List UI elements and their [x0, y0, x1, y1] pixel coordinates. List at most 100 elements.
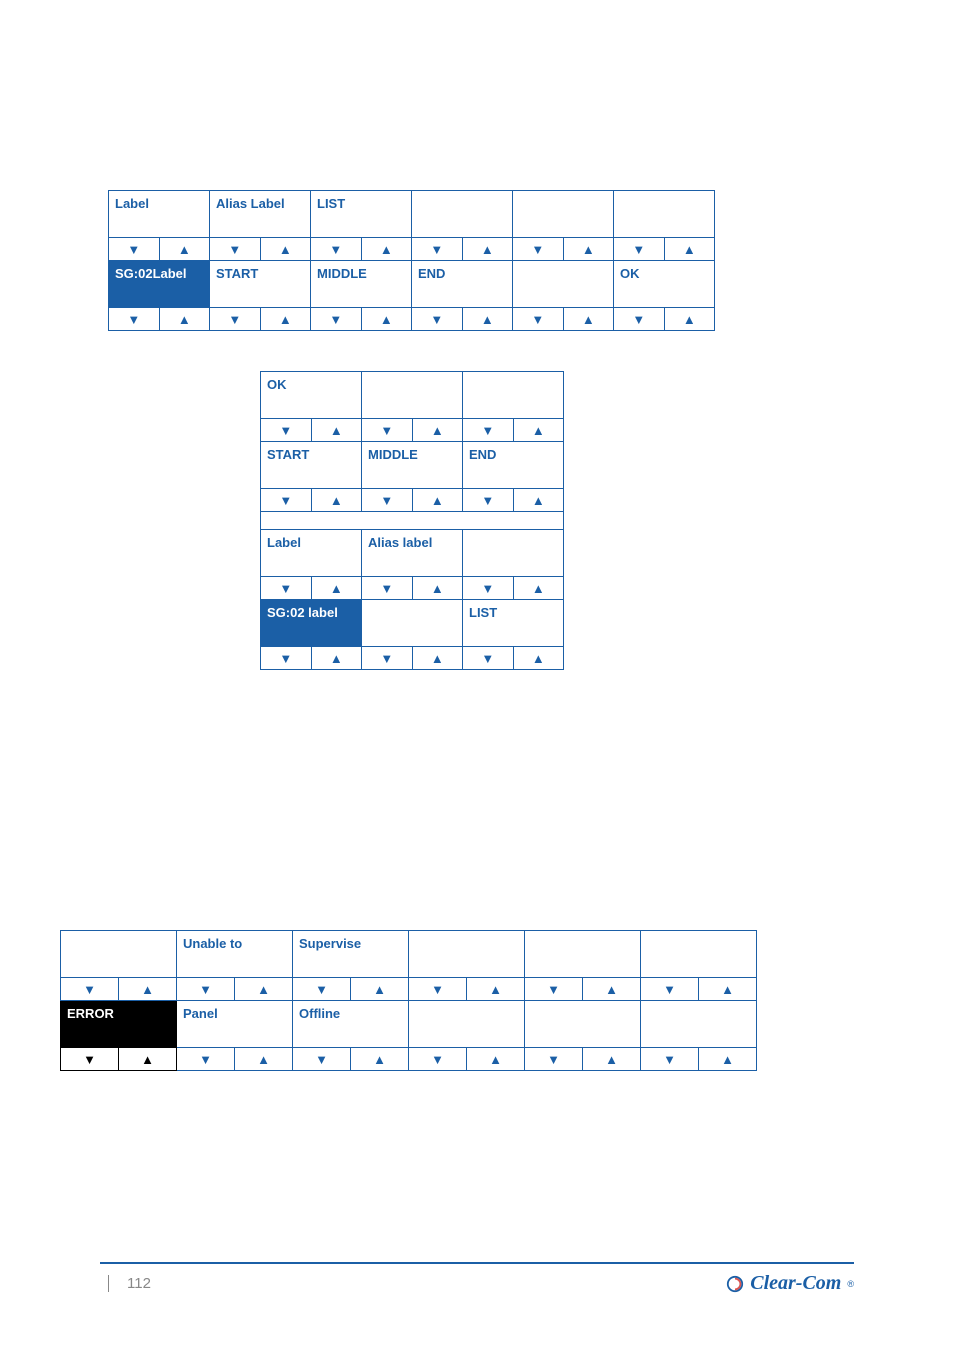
t3-r1-c1 [61, 931, 176, 977]
down-arrow-icon: ▼ [362, 419, 412, 441]
down-arrow-icon: ▼ [614, 308, 664, 330]
page-footer: 112 Clear-Com ® [100, 1262, 854, 1295]
up-arrow-icon: ▲ [311, 647, 362, 669]
page-number: 112 [108, 1275, 151, 1292]
up-arrow-icon: ▲ [361, 308, 412, 330]
t3-r1-c4 [409, 931, 524, 977]
down-arrow-icon: ▼ [641, 1048, 698, 1070]
up-arrow-icon: ▲ [260, 308, 311, 330]
t2-r3-c3 [463, 530, 563, 576]
down-arrow-icon: ▼ [409, 1048, 466, 1070]
down-arrow-icon: ▼ [362, 647, 412, 669]
t2-r4-c3: LIST [463, 600, 563, 646]
t2-r2-c1: START [261, 442, 361, 488]
up-arrow-icon: ▲ [664, 238, 715, 260]
t3-r1-c6 [641, 931, 756, 977]
t3-r2-c2: Panel [177, 1001, 292, 1047]
brand-logo: Clear-Com ® [726, 1272, 854, 1295]
up-arrow-icon: ▲ [361, 238, 412, 260]
up-arrow-icon: ▲ [664, 308, 715, 330]
up-arrow-icon: ▲ [118, 978, 176, 1000]
display-table-1: Label Alias Label LIST ▼▲ ▼▲ ▼▲ ▼▲ ▼▲ ▼▲… [108, 190, 715, 331]
t1-r1-c6 [614, 191, 714, 237]
down-arrow-icon: ▼ [109, 308, 159, 330]
down-arrow-icon: ▼ [463, 489, 513, 511]
down-arrow-icon: ▼ [177, 978, 234, 1000]
down-arrow-icon: ▼ [177, 1048, 234, 1070]
down-arrow-icon: ▼ [261, 419, 311, 441]
up-arrow-icon: ▲ [350, 1048, 408, 1070]
up-arrow-icon: ▲ [311, 489, 362, 511]
down-arrow-icon: ▼ [614, 238, 664, 260]
down-arrow-icon: ▼ [109, 238, 159, 260]
down-arrow-icon: ▼ [293, 978, 350, 1000]
up-arrow-icon: ▲ [311, 577, 362, 599]
down-arrow-icon: ▼ [409, 978, 466, 1000]
up-arrow-icon: ▲ [159, 308, 210, 330]
up-arrow-icon: ▲ [698, 978, 756, 1000]
up-arrow-icon: ▲ [582, 978, 640, 1000]
up-arrow-icon: ▲ [412, 489, 463, 511]
down-arrow-icon: ▼ [61, 1048, 118, 1070]
t2-r1-c3 [463, 372, 563, 418]
up-arrow-icon: ▲ [513, 419, 564, 441]
up-arrow-icon: ▲ [513, 577, 564, 599]
down-arrow-icon: ▼ [463, 577, 513, 599]
registered-icon: ® [847, 1279, 854, 1289]
down-arrow-icon: ▼ [261, 577, 311, 599]
down-arrow-icon: ▼ [210, 238, 260, 260]
t3-r1-c3: Supervise [293, 931, 408, 977]
down-arrow-icon: ▼ [525, 978, 582, 1000]
t1-r2-c4: END [412, 261, 512, 307]
t2-r1-c2 [362, 372, 462, 418]
down-arrow-icon: ▼ [463, 647, 513, 669]
t3-r2-c6 [641, 1001, 756, 1047]
t1-r2-c5 [513, 261, 613, 307]
up-arrow-icon: ▲ [412, 647, 463, 669]
up-arrow-icon: ▲ [563, 308, 614, 330]
t1-r1-c1: Label [109, 191, 209, 237]
down-arrow-icon: ▼ [463, 419, 513, 441]
t2-r2-c2: MIDDLE [362, 442, 462, 488]
t3-r2-c1: ERROR [61, 1001, 176, 1047]
t2-r4-c2 [362, 600, 462, 646]
display-table-2: OK ▼▲ ▼▲ ▼▲ START MIDDLE END ▼▲ ▼▲ ▼▲ L [260, 371, 564, 670]
t2-r1-c1: OK [261, 372, 361, 418]
t1-r1-c2: Alias Label [210, 191, 310, 237]
down-arrow-icon: ▼ [210, 308, 260, 330]
t3-r1-c2: Unable to [177, 931, 292, 977]
up-arrow-icon: ▲ [513, 647, 564, 669]
up-arrow-icon: ▲ [118, 1048, 176, 1070]
up-arrow-icon: ▲ [466, 1048, 524, 1070]
down-arrow-icon: ▼ [311, 238, 361, 260]
t2-r3-c2: Alias label [362, 530, 462, 576]
up-arrow-icon: ▲ [563, 238, 614, 260]
t2-r4-c1: SG:02 label [261, 600, 361, 646]
up-arrow-icon: ▲ [462, 308, 513, 330]
down-arrow-icon: ▼ [513, 238, 563, 260]
logo-icon [726, 1275, 744, 1293]
up-arrow-icon: ▲ [234, 1048, 292, 1070]
down-arrow-icon: ▼ [412, 308, 462, 330]
t1-r1-c3: LIST [311, 191, 411, 237]
up-arrow-icon: ▲ [582, 1048, 640, 1070]
up-arrow-icon: ▲ [412, 577, 463, 599]
t3-r2-c5 [525, 1001, 640, 1047]
t1-r2-c2: START [210, 261, 310, 307]
up-arrow-icon: ▲ [466, 978, 524, 1000]
down-arrow-icon: ▼ [311, 308, 361, 330]
down-arrow-icon: ▼ [362, 489, 412, 511]
up-arrow-icon: ▲ [462, 238, 513, 260]
t1-r2-c6: OK [614, 261, 714, 307]
down-arrow-icon: ▼ [362, 577, 412, 599]
down-arrow-icon: ▼ [641, 978, 698, 1000]
down-arrow-icon: ▼ [412, 238, 462, 260]
brand-name: Clear-Com [750, 1272, 841, 1295]
up-arrow-icon: ▲ [513, 489, 564, 511]
up-arrow-icon: ▲ [260, 238, 311, 260]
t2-r3-c1: Label [261, 530, 361, 576]
down-arrow-icon: ▼ [61, 978, 118, 1000]
t1-r1-c5 [513, 191, 613, 237]
up-arrow-icon: ▲ [234, 978, 292, 1000]
down-arrow-icon: ▼ [293, 1048, 350, 1070]
